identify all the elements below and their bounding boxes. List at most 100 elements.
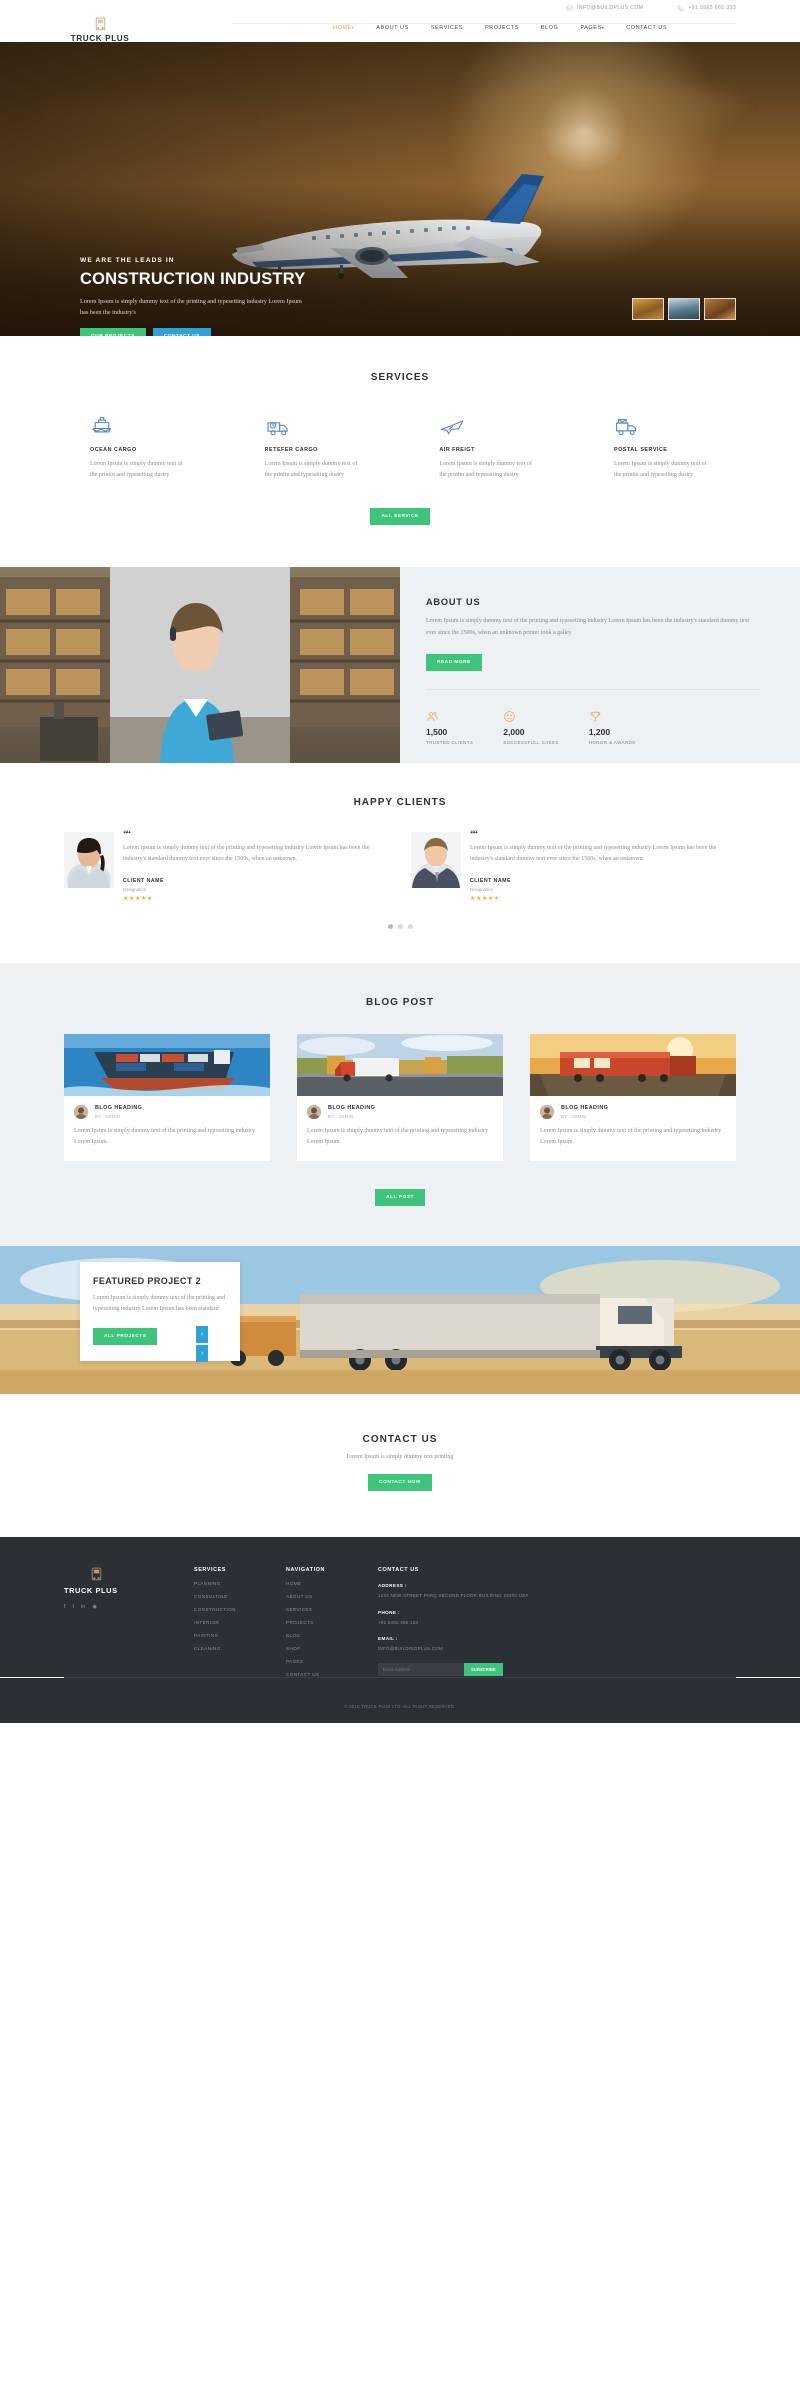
hero-thumb-3[interactable] [704,298,736,320]
blog-cta-wrap: ALL POST [64,1189,736,1207]
topbar-phone[interactable]: +91 5565 665 333 [677,5,736,12]
blog-post-heading: BLOG HEADING [95,1105,143,1112]
hero-kicker: WE ARE THE LEADS IN [80,257,175,264]
nav-label: PAGES [580,25,602,31]
blog-post-heading: BLOG HEADING [328,1105,376,1112]
instagram-icon[interactable]: ◉ [92,1604,97,1610]
hero-slider: WE ARE THE LEADS IN CONSTRUCTION INDUSTR… [0,42,800,336]
footer-link-cleaning[interactable]: CLEANING [194,1646,286,1651]
nav-item-contact-us[interactable]: CONTACT US [615,25,678,31]
about-text: Lorem Ipsum is simply dummy text of the … [426,618,750,636]
contact-us-button[interactable]: CONTACT US [152,328,211,336]
contact-now-button[interactable]: CONTACT NOW [368,1474,432,1492]
quote-icon: ““ [123,829,131,839]
testimonial-text: Lorem Ipsum is simply dummy text of the … [470,845,717,862]
service-name: POSTAL SERVICE [613,447,668,453]
nav-item-home[interactable]: HOME▾ [322,25,365,31]
blog-post-body: BLOG HEADING BY : ADMIN Lorem Ipsum is s… [297,1096,503,1161]
chevron-down-icon: ▾ [601,25,605,30]
footer-nav-services[interactable]: SERVICES [286,1607,378,1612]
chevron-down-icon: ▾ [351,25,355,30]
featured-carousel-arrows: ‹ › [196,1326,208,1363]
nav-label: SERVICES [430,25,463,31]
service-card-ocean-cargo[interactable]: OCEAN CARGO Lorem Ipsum is simply dummy … [90,415,186,480]
topbar-email[interactable]: INFO@BUILDPLUS.COM [566,4,643,12]
top-bar: INFO@BUILDPLUS.COM +91 5565 665 333 [0,0,800,16]
carousel-dot-1[interactable] [387,924,393,930]
footer-nav-shop[interactable]: SHOP [286,1646,378,1651]
blog-post-2[interactable]: BLOG HEADING BY : ADMIN Lorem Ipsum is s… [297,1034,503,1162]
rating-stars: ★★★★★ [470,896,500,903]
our-projects-button[interactable]: OUR PROJECTS [80,328,146,336]
clients-section: HAPPY CLIENTS ““ Lorem Ipsum is simply d… [0,763,800,964]
nav-label: ABOUT US [376,25,409,31]
nav-item-projects[interactable]: PROJECTS [474,25,530,31]
contact-subtitle: Lorem Ipsum is simply dummy text printin… [346,1454,454,1461]
contact-cta-section: CONTACT US Lorem Ipsum is simply dummy t… [0,1394,800,1538]
footer-contact-heading: CONTACT US [378,1567,419,1574]
header-divider [232,23,736,24]
page-root: INFO@BUILDPLUS.COM +91 5565 665 333 TRUC… [0,0,800,1724]
blog-post-text: Lorem Ipsum is simply dummy text of the … [74,1128,256,1145]
footer-nav-pages[interactable]: PAGES [286,1659,378,1664]
nav-item-about-us[interactable]: ABOUT US [365,25,420,31]
service-text: Lorem Ipsum is simply dummy text of the … [439,461,532,478]
twitter-icon[interactable]: t [73,1604,75,1610]
newsletter-subscribe-button[interactable]: SUBSCRIBE [464,1662,503,1676]
blog-post-3[interactable]: BLOG HEADING BY : ADMIN Lorem Ipsum is s… [530,1034,736,1162]
services-title: SERVICES [370,372,430,383]
services-cta-wrap: ALL SERVICE [64,508,736,525]
footer-link-construction[interactable]: CONSTRUCTION [194,1607,286,1612]
footer-link-painting[interactable]: PAINTING [194,1633,286,1638]
nav-item-services[interactable]: SERVICES [420,25,474,31]
footer-link-interior[interactable]: INTERIOR [194,1620,286,1625]
service-card-air-freight[interactable]: AIR FREIGT Lorem Ipsum is simply dummy t… [439,415,535,480]
footer-phone-value: +91 5465 456 123 [378,1619,419,1625]
all-post-button[interactable]: ALL POST [375,1189,425,1207]
counters: 1,500 TRUSTED CLIENTS 2,000 SUCCESSFULL … [426,710,760,745]
service-text: Lorem Ipsum is simply dummy text of the … [264,461,358,478]
all-projects-button[interactable]: ALL PROJECTS [93,1328,158,1346]
phone-icon [678,5,684,11]
hero-thumbnails [632,298,736,320]
service-card-postal-service[interactable]: POSTAL SERVICE Lorem Ipsum is simply dum… [614,415,710,480]
blog-post-1[interactable]: BLOG HEADING BY : ADMIN Lorem Ipsum is s… [64,1034,270,1162]
footer-nav-projects[interactable]: PROJECTS [286,1620,378,1625]
prev-arrow-button[interactable]: ‹ [196,1326,208,1344]
contact-title: CONTACT US [362,1434,438,1446]
author-avatar [540,1105,554,1120]
carousel-dot-3[interactable] [407,924,413,930]
next-arrow-button[interactable]: › [196,1345,208,1363]
blog-post-body: BLOG HEADING BY : ADMIN Lorem Ipsum is s… [64,1096,270,1161]
footer-nav-home[interactable]: HOME [286,1581,378,1586]
counter-trusted-clients: 1,500 TRUSTED CLIENTS [426,710,473,745]
linkedin-icon[interactable]: in [81,1604,85,1610]
nav-item-pages[interactable]: PAGES▾ [569,25,615,31]
footer-address-value: 1234 NEW STREET PARQ SECOND FLOOR BUILDI… [378,1593,529,1599]
facebook-icon[interactable]: f [64,1604,66,1610]
read-more-button[interactable]: READ MORE [426,654,482,672]
ship-icon [90,415,186,437]
hero-thumb-2[interactable] [668,298,700,320]
brand-logo-block[interactable]: TRUCK PLUS [0,16,200,43]
client-designation: Designation [123,887,147,893]
newsletter-email-input[interactable] [378,1662,464,1676]
all-service-button[interactable]: ALL SERVICE [370,508,430,525]
author-avatar [74,1105,88,1120]
blog-post-head: BLOG HEADING BY : ADMIN [540,1105,726,1120]
client-photo-2 [411,832,461,888]
hero-thumb-1[interactable] [632,298,664,320]
footer-nav-contact-us[interactable]: CONTACT US [286,1672,378,1677]
footer-nav-about-us[interactable]: ABOUT US [286,1594,378,1599]
footer-brand: TRUCK PLUS f t in ◉ [64,1567,194,1677]
blog-post-body: BLOG HEADING BY : ADMIN Lorem Ipsum is s… [530,1096,736,1161]
carousel-dot-2[interactable] [397,924,403,930]
footer-link-consulting[interactable]: CONSULTING [194,1594,286,1599]
footer-services-column: SERVICES PLANNING CONSULTING CONSTRUCTIO… [194,1567,286,1677]
nav-item-blog[interactable]: BLOG [530,25,570,31]
service-card-retefer-cargo[interactable]: RETEFER CARGO Lorem Ipsum is simply dumm… [265,415,361,480]
client-designation: Designation [470,887,494,893]
footer-link-planning[interactable]: PLANNING [194,1581,286,1586]
footer-nav-blog[interactable]: BLOG [286,1633,378,1638]
footer-email-value: INFO@BUILDINGPLUS.COM [378,1646,443,1652]
